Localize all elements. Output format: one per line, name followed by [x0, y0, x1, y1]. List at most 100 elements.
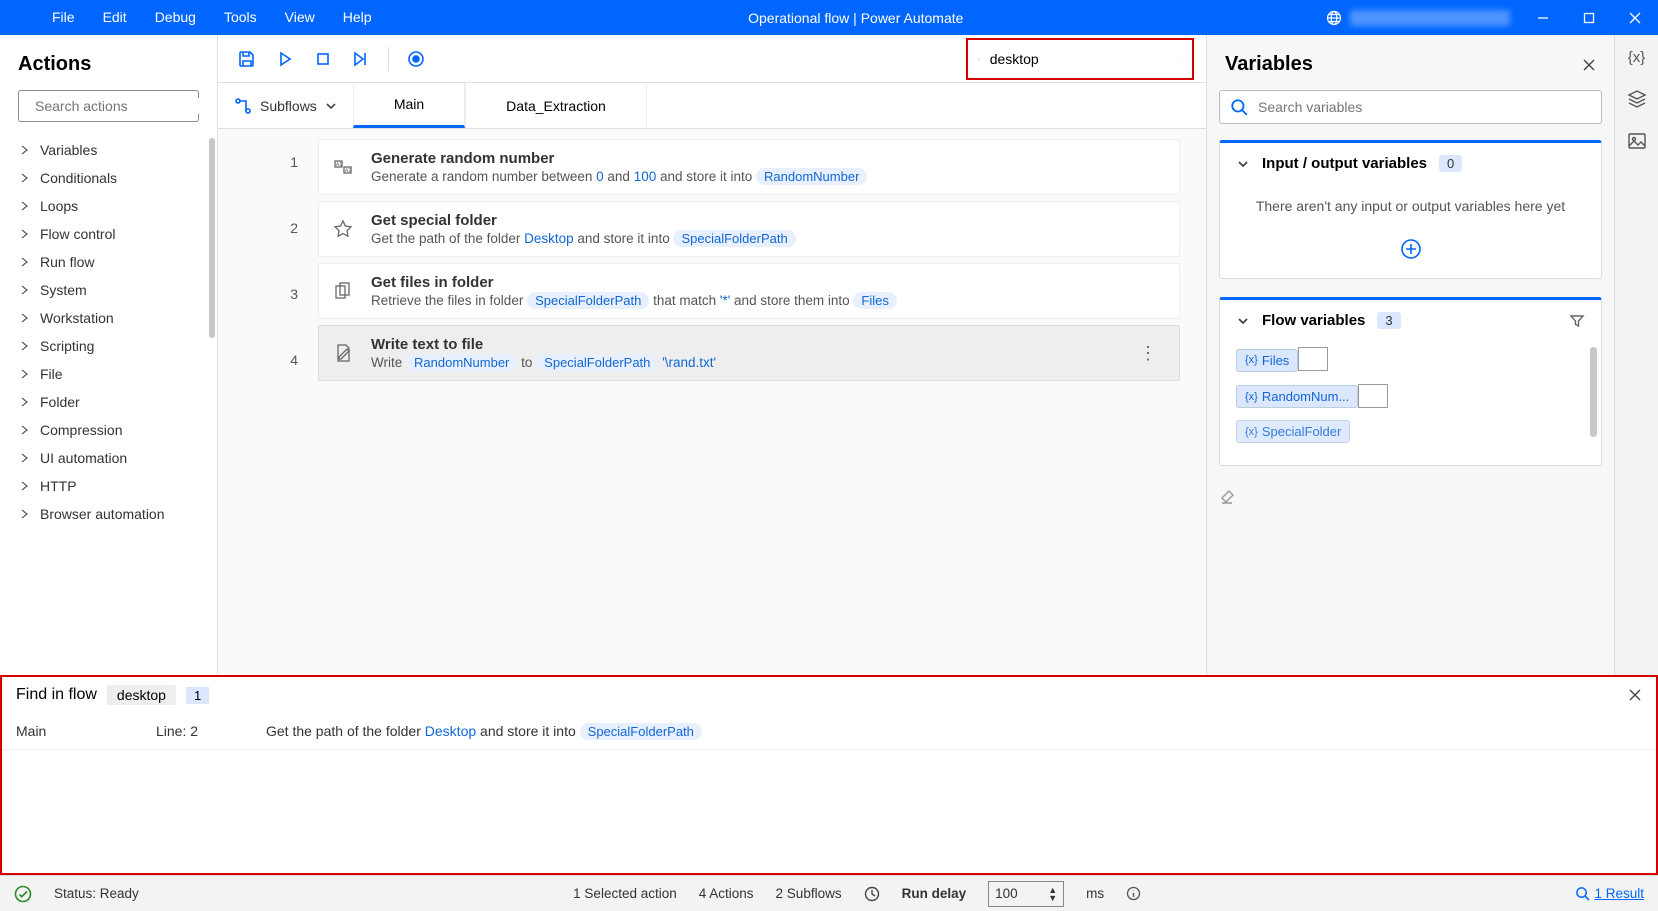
tab-data-extraction[interactable]: Data_Extraction	[465, 83, 647, 128]
search-icon	[1575, 886, 1590, 901]
action-title: Generate random number	[371, 150, 1165, 167]
separator	[388, 47, 389, 71]
search-actions-box[interactable]	[18, 90, 199, 122]
run-button[interactable]	[268, 42, 302, 76]
result-link[interactable]: 1 Result	[1575, 886, 1644, 901]
close-find-icon[interactable]	[1628, 688, 1642, 702]
line-gutter: 1 2 3 4	[218, 129, 318, 675]
action-generate-random[interactable]: A1A2 Generate random number Generate a r…	[318, 139, 1180, 195]
menu-help[interactable]: Help	[329, 0, 386, 35]
action-more-icon[interactable]: ⋮	[1131, 343, 1165, 364]
flow-var-row[interactable]: {x} RandomNum...	[1236, 384, 1585, 409]
filter-icon[interactable]	[1569, 313, 1585, 329]
subflows-dropdown[interactable]: Subflows	[218, 83, 353, 128]
search-actions-input[interactable]	[35, 98, 216, 114]
minimize-button[interactable]	[1520, 0, 1566, 35]
menu-debug[interactable]: Debug	[141, 0, 210, 35]
action-get-files[interactable]: Get files in folder Retrieve the files i…	[318, 263, 1180, 319]
cat-browser-automation[interactable]: Browser automation	[0, 500, 217, 528]
chevron-down-icon	[1236, 157, 1250, 171]
find-header: Find in flow desktop 1	[2, 677, 1656, 713]
run-delay-input[interactable]: 100 ▲▼	[988, 881, 1064, 907]
step-button[interactable]	[344, 42, 378, 76]
eraser-icon[interactable]	[1219, 484, 1602, 506]
cat-variables[interactable]: Variables	[0, 136, 217, 164]
tab-main[interactable]: Main	[353, 83, 465, 128]
line-number: 2	[218, 195, 318, 261]
chevron-right-icon	[20, 313, 30, 323]
cat-http[interactable]: HTTP	[0, 472, 217, 500]
window-controls	[1520, 0, 1658, 35]
info-icon[interactable]	[1126, 886, 1141, 901]
status-ok-icon	[14, 885, 32, 903]
io-section-header[interactable]: Input / output variables 0	[1220, 143, 1601, 184]
variable-chip: {x} Files	[1236, 349, 1298, 372]
add-io-variable-button[interactable]	[1220, 232, 1601, 278]
save-button[interactable]	[230, 42, 264, 76]
result-text: 1 Result	[1594, 886, 1644, 901]
flow-var-row[interactable]: {x} SpecialFolder	[1236, 420, 1585, 443]
cat-label: Run flow	[40, 254, 94, 270]
maximize-button[interactable]	[1566, 0, 1612, 35]
action-get-special-folder[interactable]: Get special folder Get the path of the f…	[318, 201, 1180, 257]
flow-vars-body: {x} Files {x} RandomNum... {x} SpecialFo…	[1220, 341, 1601, 465]
action-categories[interactable]: Variables Conditionals Loops Flow contro…	[0, 136, 217, 661]
search-variables-input[interactable]	[1258, 99, 1591, 115]
cat-workstation[interactable]: Workstation	[0, 304, 217, 332]
scrollbar[interactable]	[1590, 347, 1597, 437]
find-result-row[interactable]: Main Line: 2 Get the path of the folder …	[2, 713, 1656, 750]
chevron-down-icon	[1236, 314, 1250, 328]
cat-scripting[interactable]: Scripting	[0, 332, 217, 360]
svg-text:A2: A2	[345, 168, 351, 174]
action-write-text[interactable]: Write text to file Write RandomNumber to…	[318, 325, 1180, 381]
menu-view[interactable]: View	[271, 0, 329, 35]
titlebar: File Edit Debug Tools View Help Operatio…	[0, 0, 1658, 35]
menu-tools[interactable]: Tools	[210, 0, 271, 35]
action-title: Get files in folder	[371, 274, 1165, 291]
flow-search-box[interactable]	[966, 38, 1194, 80]
find-desc: Get the path of the folder Desktop and s…	[266, 723, 702, 739]
cat-label: Scripting	[40, 338, 94, 354]
spinner-icon[interactable]: ▲▼	[1048, 886, 1057, 902]
value-box	[1298, 347, 1328, 371]
scrollbar[interactable]	[209, 138, 215, 338]
variables-rail-icon[interactable]: {x}	[1628, 49, 1646, 67]
record-button[interactable]	[399, 42, 433, 76]
search-icon	[978, 50, 980, 68]
delay-unit: ms	[1086, 886, 1104, 901]
cat-ui-automation[interactable]: UI automation	[0, 444, 217, 472]
close-panel-icon[interactable]	[1582, 58, 1596, 72]
find-term: desktop	[107, 685, 176, 705]
cat-compression[interactable]: Compression	[0, 416, 217, 444]
cat-label: File	[40, 366, 63, 382]
cat-folder[interactable]: Folder	[0, 388, 217, 416]
svg-text:A1: A1	[336, 162, 342, 168]
statusbar: Status: Ready 1 Selected action 4 Action…	[0, 875, 1658, 911]
cat-flow-control[interactable]: Flow control	[0, 220, 217, 248]
cat-run-flow[interactable]: Run flow	[0, 248, 217, 276]
window-title: Operational flow | Power Automate	[386, 10, 1326, 26]
cat-label: Browser automation	[40, 506, 165, 522]
stop-button[interactable]	[306, 42, 340, 76]
find-title: Find in flow	[16, 686, 97, 704]
cat-label: System	[40, 282, 87, 298]
subflow-bar: Subflows Main Data_Extraction	[218, 83, 1206, 129]
close-button[interactable]	[1612, 0, 1658, 35]
flow-var-row[interactable]: {x} Files	[1236, 347, 1585, 372]
search-variables-box[interactable]	[1219, 90, 1602, 124]
cat-file[interactable]: File	[0, 360, 217, 388]
cat-label: UI automation	[40, 450, 127, 466]
cat-loops[interactable]: Loops	[0, 192, 217, 220]
flow-vars-header[interactable]: Flow variables 3	[1220, 300, 1601, 341]
clear-search-icon[interactable]	[1181, 52, 1182, 66]
cat-system[interactable]: System	[0, 276, 217, 304]
layers-rail-icon[interactable]	[1627, 89, 1647, 109]
menu-file[interactable]: File	[38, 0, 89, 35]
menu-edit[interactable]: Edit	[89, 0, 141, 35]
images-rail-icon[interactable]	[1627, 131, 1647, 151]
flow-search-input[interactable]	[990, 51, 1171, 67]
cat-conditionals[interactable]: Conditionals	[0, 164, 217, 192]
chevron-right-icon	[20, 425, 30, 435]
chevron-right-icon	[20, 481, 30, 491]
cat-label: Conditionals	[40, 170, 117, 186]
